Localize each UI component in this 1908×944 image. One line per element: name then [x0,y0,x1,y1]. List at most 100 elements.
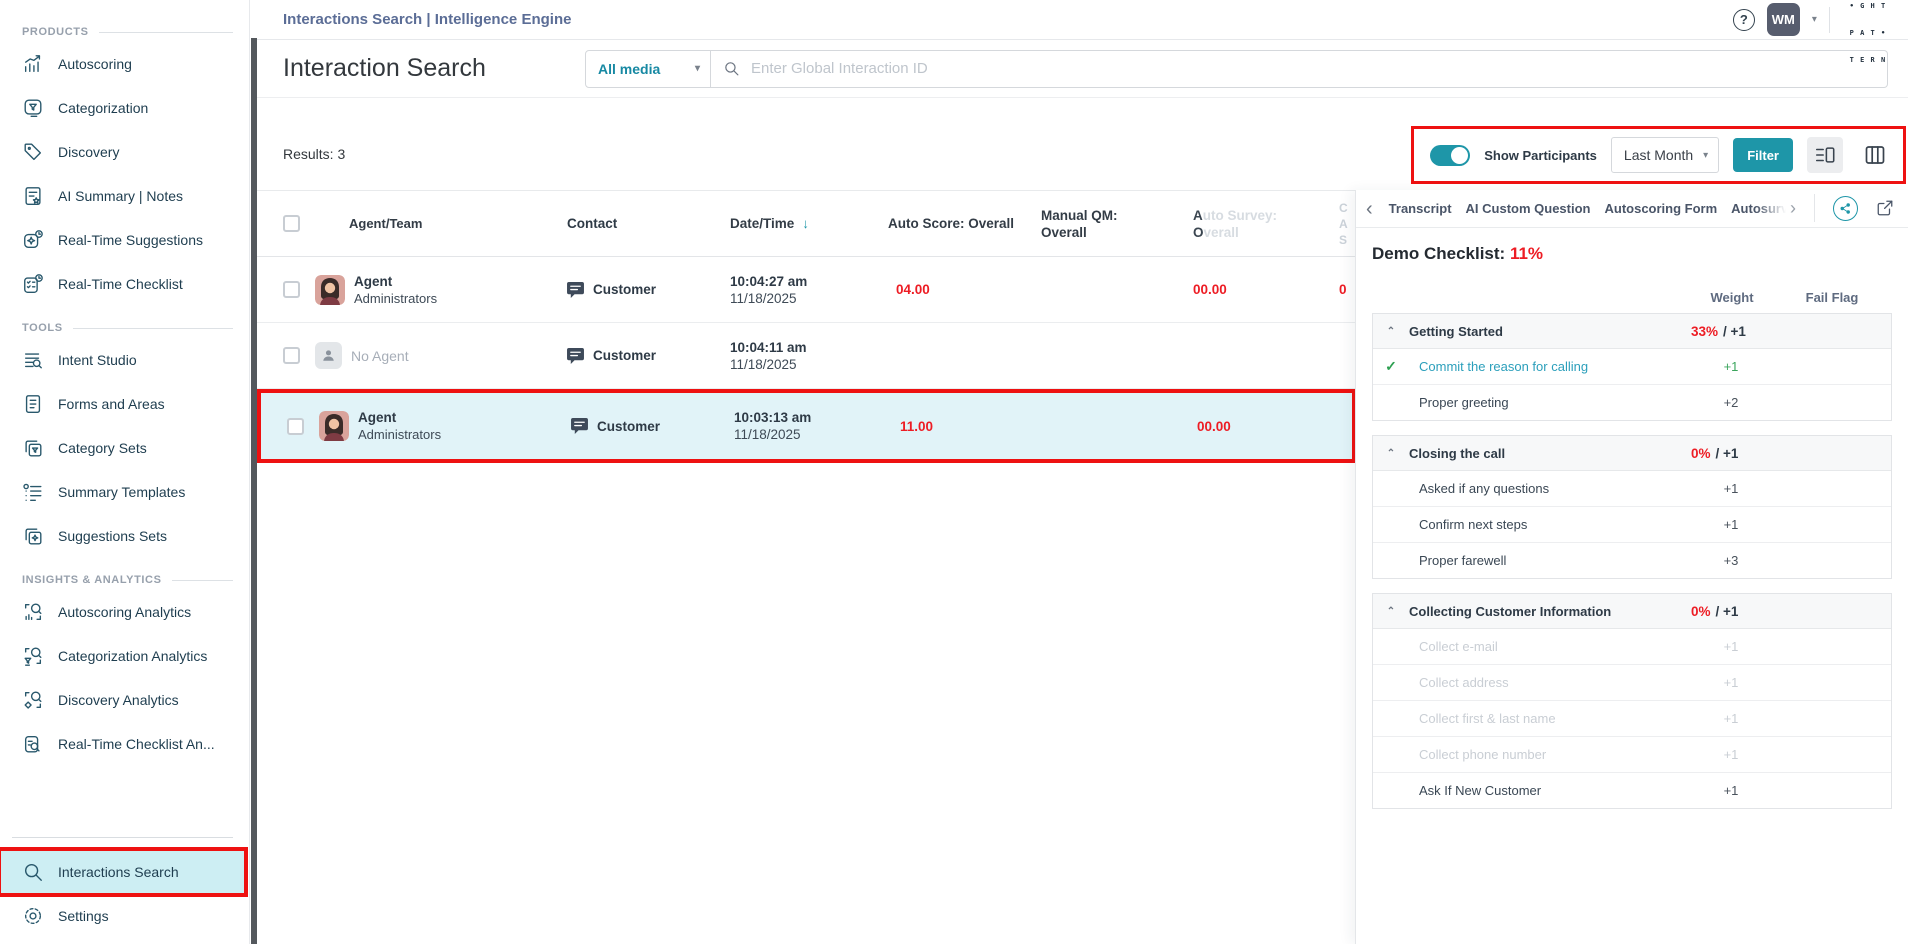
checklist-item[interactable]: ✓ Commit the reason for calling +1 [1373,349,1891,385]
auto-score-value: 04.00 [882,282,1027,297]
sort-desc-icon[interactable]: ↓ [802,216,809,231]
share-icon[interactable] [1833,196,1858,221]
app-window: PRODUCTS Autoscoring Categorization Disc… [0,0,1908,944]
sidebar-item-label: Real-Time Checklist An... [58,736,215,752]
row-checkbox[interactable] [283,281,300,298]
col-agent-team: Agent/Team [309,216,547,231]
sidebar-item-autoscoring-analytics[interactable]: Autoscoring Analytics [0,590,249,634]
col-date-time[interactable]: Date/Time↓ [717,216,882,231]
checklist-item[interactable]: Asked if any questions +1 [1373,471,1891,507]
chat-bubble-icon [567,282,584,298]
global-interaction-id-input[interactable] [749,59,1875,78]
checklist-item[interactable]: Collect phone number +1 [1373,737,1891,773]
agent-cell: Agent Administrators [313,410,551,442]
sidebar-item-forms-and-areas[interactable]: Forms and Areas [0,382,249,426]
no-agent-icon [315,342,342,369]
sidebar-item-summary-templates[interactable]: Summary Templates [0,470,249,514]
section-label: TOOLS [22,322,63,334]
checklist-item[interactable]: Collect first & last name +1 [1373,701,1891,737]
sidebar-item-categorization-analytics[interactable]: Categorization Analytics [0,634,249,678]
media-filter-select[interactable]: All media ▾ [585,50,711,88]
sidebar-item-realtime-checklist-analytics[interactable]: Real-Time Checklist An... [0,722,249,766]
sidebar-item-realtime-suggestions[interactable]: Real-Time Suggestions [0,218,249,262]
sidebar-footer: Interactions Search Settings [0,829,249,944]
sidebar-item-label: Real-Time Checklist [58,276,183,292]
sidebar-section-insights: INSIGHTS & ANALYTICS [0,574,249,586]
global-id-search-box [711,50,1888,88]
tab-transcript[interactable]: Transcript [1389,201,1452,216]
checklist-item[interactable]: Proper greeting +2 [1373,385,1891,420]
tab-ai-custom-question[interactable]: AI Custom Question [1466,201,1591,216]
tag-search-icon [22,689,44,711]
weight-header: Weight [1692,290,1772,305]
tabs-scroll-right-icon[interactable]: › [1790,199,1796,217]
checklist-search-icon [22,733,44,755]
checklist-item[interactable]: Proper farewell +3 [1373,543,1891,578]
open-external-icon[interactable] [1876,199,1894,217]
chevron-up-icon[interactable]: ⌃ [1373,326,1409,337]
sidebar-item-category-sets[interactable]: Category Sets [0,426,249,470]
breadcrumb: Interactions Search | Intelligence Engin… [283,11,571,28]
sidebar-item-settings[interactable]: Settings [0,894,249,938]
sidebar-item-interactions-search[interactable]: Interactions Search [0,850,245,894]
funnel-box-icon [22,97,44,119]
col-auto-survey: Auto Survey: Overall [1187,207,1356,241]
show-participants-toggle[interactable] [1430,145,1470,166]
gear-icon [22,905,44,927]
sidebar-item-autoscoring[interactable]: Autoscoring [0,42,249,86]
sidebar-item-suggestions-sets[interactable]: Suggestions Sets [0,514,249,558]
checklist-item[interactable]: Ask If New Customer +1 [1373,773,1891,808]
row-checkbox[interactable] [283,347,300,364]
checklist-clock-icon [22,273,44,295]
agent-team: Administrators [354,291,437,306]
row-checkbox[interactable] [287,418,304,435]
select-all-checkbox[interactable] [283,215,300,232]
collapse-panel-icon[interactable]: ‹ [1366,199,1373,219]
tab-autoscoring-form[interactable]: Autoscoring Form [1604,201,1717,216]
column-settings-button[interactable] [1857,137,1893,173]
sidebar-item-categorization[interactable]: Categorization [0,86,249,130]
sidebar-item-discovery-analytics[interactable]: Discovery Analytics [0,678,249,722]
fail-flag-header: Fail Flag [1772,290,1892,305]
checklist-item[interactable]: Confirm next steps +1 [1373,507,1891,543]
agent-cell: No Agent [309,342,547,369]
table-row[interactable]: No Agent Customer 10:04:11 am 11/18/2025 [257,323,1356,389]
sidebar-item-label: Summary Templates [58,484,185,500]
checklist-section-collecting-customer-information: ⌃ Collecting Customer Information 0% / +… [1372,593,1892,809]
chevron-up-icon[interactable]: ⌃ [1373,448,1409,459]
agent-name: No Agent [351,348,409,364]
sidebar: PRODUCTS Autoscoring Categorization Disc… [0,0,250,944]
section-header[interactable]: ⌃ Getting Started 33% / +1 [1373,314,1891,349]
sidebar-item-ai-summary-notes[interactable]: AI Summary | Notes [0,174,249,218]
sidebar-item-discovery[interactable]: Discovery [0,130,249,174]
chevron-up-icon[interactable]: ⌃ [1373,606,1409,617]
user-avatar[interactable]: WM [1767,3,1800,36]
side-panel-toggle-button[interactable] [1807,137,1843,173]
bar-chart-arrow-icon [22,53,44,75]
stacked-sparkle-icon [22,525,44,547]
show-participants-label: Show Participants [1484,148,1597,163]
table-row[interactable]: Agent Administrators Customer 10:04:27 a… [257,257,1356,323]
sidebar-item-realtime-checklist[interactable]: Real-Time Checklist [0,262,249,306]
table-row-selected[interactable]: Agent Administrators Customer 10:03:13 a… [257,389,1356,463]
checklist-item[interactable]: Collect address +1 [1373,665,1891,701]
vertical-scrollbar[interactable] [251,38,257,944]
section-header[interactable]: ⌃ Closing the call 0% / +1 [1373,436,1891,471]
col-clipped: C A S [1339,200,1348,248]
help-icon[interactable]: ? [1733,9,1755,31]
chevron-down-icon[interactable]: ▾ [1812,14,1817,25]
sidebar-item-label: Categorization [58,100,148,116]
results-count: Results: 3 [283,146,345,162]
checklist-score: 11% [1510,244,1543,263]
date-range-select[interactable]: Last Month ▾ [1611,137,1719,173]
sidebar-item-label: Autoscoring [58,56,132,72]
section-header[interactable]: ⌃ Collecting Customer Information 0% / +… [1373,594,1891,629]
filter-button[interactable]: Filter [1733,138,1793,172]
header-checkbox-cell [257,215,309,232]
checklist-title: Demo Checklist: 11% [1372,244,1892,264]
checklist-item[interactable]: Collect e-mail +1 [1373,629,1891,665]
auto-score-value: 11.00 [886,419,1031,434]
sidebar-item-intent-studio[interactable]: Intent Studio [0,338,249,382]
section-score: 0% / +1 [1691,604,1891,619]
section-title: Getting Started [1409,324,1691,339]
